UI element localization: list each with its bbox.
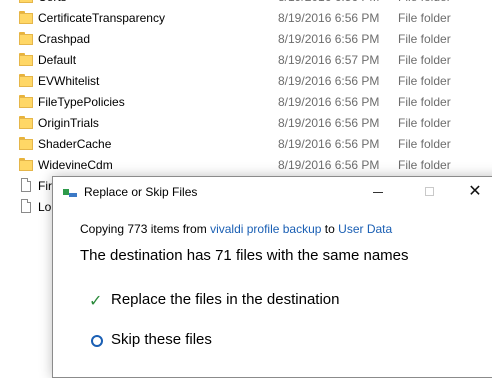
file-type: File folder [398,11,451,25]
file-date: 8/19/2016 6:56 PM [278,32,380,46]
file-row[interactable]: Certs 8/19/2016 6:56 PM File folder [0,0,492,8]
copy-summary: Copying 773 items from vivaldi profile b… [80,222,392,236]
file-row[interactable]: CertificateTransparency 8/19/2016 6:56 P… [0,8,492,29]
file-type: File folder [398,95,451,109]
file-copy-icon [63,187,79,199]
folder-icon [19,95,33,109]
file-row[interactable]: Crashpad 8/19/2016 6:56 PM File folder [0,29,492,50]
file-type: File folder [398,137,451,151]
folder-icon [19,158,33,172]
file-name: Fir [38,179,52,193]
skip-icon [91,335,103,347]
skip-files-label: Skip these files [111,331,212,348]
file-type: File folder [398,0,451,8]
file-type: File folder [398,53,451,67]
file-name: EVWhitelist [38,74,100,88]
file-name: Default [38,53,77,67]
file-name: Certs [38,0,67,8]
minimize-button[interactable] [355,177,401,207]
file-type: File folder [398,158,451,172]
maximize-button [407,177,453,207]
file-row[interactable]: WidevineCdm 8/19/2016 6:56 PM File folde… [0,155,492,176]
file-row[interactable]: Default 8/19/2016 6:57 PM File folder [0,50,492,71]
file-date: 8/19/2016 6:57 PM [278,53,380,67]
replace-files-option[interactable]: ✓ Replace the files in the destination [89,291,339,313]
dialog-title: Replace or Skip Files [84,185,198,199]
destination-link[interactable]: User Data [338,222,392,236]
replace-or-skip-dialog: Replace or Skip Files ✕ Copying 773 item… [52,176,492,378]
folder-icon [19,116,33,130]
file-date: 8/19/2016 6:56 PM [278,74,380,88]
file-date: 8/19/2016 6:56 PM [278,137,380,151]
folder-icon [19,32,33,46]
file-type: File folder [398,116,451,130]
folder-icon [19,53,33,67]
file-row[interactable]: FileTypePolicies 8/19/2016 6:56 PM File … [0,92,492,113]
file-row[interactable]: ShaderCache 8/19/2016 6:56 PM File folde… [0,134,492,155]
file-name: Lo [38,200,52,214]
file-date: 8/19/2016 6:56 PM [278,116,380,130]
file-date: 8/19/2016 6:56 PM [278,95,380,109]
file-date: 8/19/2016 6:56 PM [278,158,380,172]
file-icon [21,199,31,213]
file-icon [21,178,31,192]
copy-mid: to [321,222,339,236]
file-date: 8/19/2016 6:56 PM [278,0,379,8]
folder-icon [19,0,33,4]
copy-prefix: Copying 773 items from [80,222,211,236]
conflict-message: The destination has 71 files with the sa… [80,247,409,264]
checkmark-icon: ✓ [89,293,103,310]
minimize-icon [373,192,383,193]
file-type: File folder [398,32,451,46]
folder-icon [19,137,33,151]
file-row[interactable]: EVWhitelist 8/19/2016 6:56 PM File folde… [0,71,492,92]
file-row[interactable]: OriginTrials 8/19/2016 6:56 PM File fold… [0,113,492,134]
folder-icon [19,74,33,88]
file-name: OriginTrials [38,116,99,130]
source-link[interactable]: vivaldi profile backup [210,222,321,236]
maximize-icon [425,187,434,196]
file-name: CertificateTransparency [38,11,165,25]
file-type: File folder [398,74,451,88]
dialog-titlebar[interactable]: Replace or Skip Files ✕ [53,177,492,207]
file-name: FileTypePolicies [38,95,125,109]
file-name: Crashpad [38,32,91,46]
file-name: WidevineCdm [38,158,113,172]
replace-files-label: Replace the files in the destination [111,291,340,308]
close-button[interactable]: ✕ [452,177,492,207]
folder-icon [19,11,33,25]
close-icon: ✕ [468,183,482,200]
file-date: 8/19/2016 6:56 PM [278,11,380,25]
file-name: ShaderCache [38,137,112,151]
